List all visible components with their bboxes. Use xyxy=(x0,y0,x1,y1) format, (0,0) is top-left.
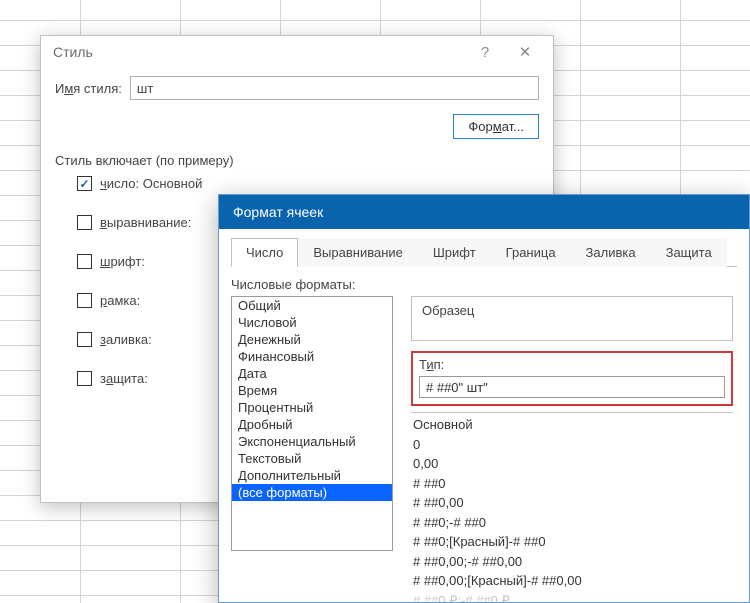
type-block: Тип: xyxy=(411,351,733,406)
categories-listbox[interactable]: ОбщийЧисловойДенежныйФинансовыйДатаВремя… xyxy=(231,296,393,551)
checkbox-icon[interactable] xyxy=(77,176,92,191)
format-list[interactable]: Основной00,00# ##0# ##0,00# ##0;-# ##0# … xyxy=(411,412,733,603)
format-cells-body: Число Выравнивание Шрифт Граница Заливка… xyxy=(219,229,749,603)
category-item[interactable]: (все форматы) xyxy=(232,484,392,501)
tab-border[interactable]: Граница xyxy=(491,238,571,267)
format-cells-dialog: Формат ячеек Число Выравнивание Шрифт Гр… xyxy=(218,194,750,603)
check-protect-label: защита: xyxy=(100,371,148,386)
tab-number[interactable]: Число xyxy=(231,238,298,267)
category-item[interactable]: Экспоненциальный xyxy=(232,433,392,450)
checkbox-icon[interactable] xyxy=(77,293,92,308)
check-alignment-label: выравнивание: xyxy=(100,215,191,230)
check-number-label: число: Основной xyxy=(100,176,202,191)
category-item[interactable]: Числовой xyxy=(232,314,392,331)
format-list-item[interactable]: # ##0,00;[Красный]-# ##0,00 xyxy=(411,571,733,591)
format-list-item[interactable]: # ##0;-# ##0 xyxy=(411,513,733,533)
format-cells-title: Формат ячеек xyxy=(233,204,323,220)
format-list-item[interactable]: # ##0,00 xyxy=(411,493,733,513)
check-font-label: шрифт: xyxy=(100,254,145,269)
checkbox-icon[interactable] xyxy=(77,254,92,269)
format-list-item[interactable]: # ##0 ₽;-# ##0 ₽ xyxy=(411,591,733,603)
format-list-item[interactable]: # ##0 xyxy=(411,474,733,494)
help-icon[interactable]: ? xyxy=(465,44,505,61)
category-item[interactable]: Процентный xyxy=(232,399,392,416)
category-item[interactable]: Дробный xyxy=(232,416,392,433)
checkbox-icon[interactable] xyxy=(77,215,92,230)
check-number[interactable]: число: Основной xyxy=(77,176,539,191)
sample-label: Образец xyxy=(422,303,722,318)
format-cells-titlebar: Формат ячеек xyxy=(219,195,749,229)
tab-font[interactable]: Шрифт xyxy=(418,238,491,267)
type-input[interactable] xyxy=(419,376,725,398)
category-item[interactable]: Общий xyxy=(232,297,392,314)
type-label: Тип: xyxy=(419,357,725,372)
tab-alignment[interactable]: Выравнивание xyxy=(298,238,417,267)
tab-protect[interactable]: Защита xyxy=(651,238,727,267)
tab-fill[interactable]: Заливка xyxy=(571,238,651,267)
style-name-input[interactable] xyxy=(130,76,539,100)
style-name-row: Имя стиля: xyxy=(55,76,539,100)
checkbox-icon[interactable] xyxy=(77,332,92,347)
check-fill-label: заливка: xyxy=(100,332,152,347)
format-cells-tabs: Число Выравнивание Шрифт Граница Заливка… xyxy=(231,237,737,267)
category-item[interactable]: Дополнительный xyxy=(232,467,392,484)
format-list-item[interactable]: # ##0,00;-# ##0,00 xyxy=(411,552,733,572)
checkbox-icon[interactable] xyxy=(77,371,92,386)
category-item[interactable]: Время xyxy=(232,382,392,399)
format-list-item[interactable]: 0 xyxy=(411,435,733,455)
format-list-item[interactable]: 0,00 xyxy=(411,454,733,474)
format-cells-columns: ОбщийЧисловойДенежныйФинансовыйДатаВремя… xyxy=(231,296,737,603)
style-dialog-title: Стиль xyxy=(53,44,465,60)
format-list-item[interactable]: Основной xyxy=(411,415,733,435)
style-name-label: Имя стиля: xyxy=(55,81,122,96)
includes-label: Стиль включает (по примеру) xyxy=(55,153,539,168)
format-cells-right: Образец Тип: Основной00,00# ##0# ##0,00#… xyxy=(411,296,737,603)
format-list-item[interactable]: # ##0;[Красный]-# ##0 xyxy=(411,532,733,552)
format-button[interactable]: Формат... xyxy=(453,114,539,139)
close-icon[interactable]: ✕ xyxy=(505,43,545,61)
sample-box: Образец xyxy=(411,296,733,341)
style-dialog-titlebar: Стиль ? ✕ xyxy=(41,36,553,68)
category-item[interactable]: Дата xyxy=(232,365,392,382)
categories-label: Числовые форматы: xyxy=(231,277,737,292)
category-item[interactable]: Текстовый xyxy=(232,450,392,467)
category-item[interactable]: Денежный xyxy=(232,331,392,348)
check-border-label: рамка: xyxy=(100,293,140,308)
format-button-row: Формат... xyxy=(55,114,539,139)
category-item[interactable]: Финансовый xyxy=(232,348,392,365)
